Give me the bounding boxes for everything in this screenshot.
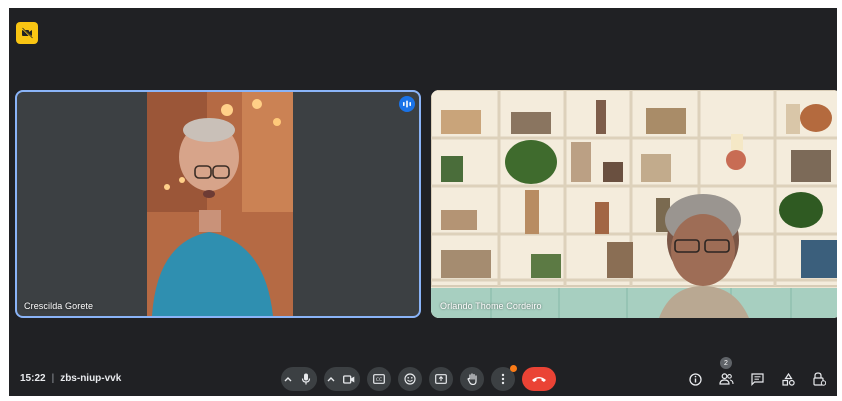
meeting-time: 15:22 [20, 373, 46, 384]
meeting-details-button[interactable] [685, 369, 705, 389]
call-controls: CC [281, 365, 556, 391]
mic-button[interactable] [295, 368, 317, 390]
camera-button[interactable] [338, 368, 360, 390]
participant-name-1: Crescilda Gorete [24, 301, 94, 311]
captions-button[interactable]: CC [367, 367, 391, 391]
side-panel-controls: 2 [685, 357, 829, 389]
more-vert-icon [501, 373, 505, 385]
meeting-code[interactable]: zbs-niup-vvk [60, 373, 121, 384]
participant-video-1 [147, 92, 293, 316]
meeting-info: 15:22 | zbs-niup-vvk [20, 373, 121, 384]
emoji-icon [404, 373, 416, 385]
captions-icon: CC [373, 374, 385, 384]
camera-control [324, 367, 360, 391]
more-options-button[interactable] [491, 365, 517, 391]
meeting-info-separator: | [51, 373, 55, 384]
info-icon [688, 372, 702, 386]
camera-icon [343, 374, 355, 384]
host-controls-button[interactable] [809, 369, 829, 389]
audio-wave-icon [399, 96, 415, 112]
hangup-icon [532, 377, 546, 382]
svg-text:CC: CC [376, 377, 382, 383]
chevron-up-icon[interactable] [281, 367, 295, 391]
present-button[interactable] [429, 367, 453, 391]
raise-hand-button[interactable] [460, 367, 484, 391]
host-controls-icon [812, 372, 826, 386]
camera-off-icon[interactable] [16, 22, 38, 44]
emoji-button[interactable] [398, 367, 422, 391]
chevron-up-icon[interactable] [324, 367, 338, 391]
participant-name-2: Orlando Thome Cordeiro [440, 301, 542, 311]
mic-icon [301, 373, 311, 385]
chat-icon [750, 372, 764, 386]
participant-video-2 [431, 90, 837, 318]
people-count-badge: 2 [720, 357, 732, 369]
people-button[interactable]: 2 [716, 357, 736, 389]
leave-call-button[interactable] [522, 367, 556, 391]
chat-button[interactable] [747, 369, 767, 389]
participant-tile-2[interactable]: Orlando Thome Cordeiro [431, 90, 837, 318]
participant-tile-1[interactable]: Crescilda Gorete [15, 90, 421, 318]
meet-window: Crescilda Gorete Orlando Thome Cordeiro … [9, 8, 837, 396]
people-icon [718, 373, 734, 385]
activities-icon [781, 372, 795, 386]
raise-hand-icon [466, 373, 477, 385]
mic-control [281, 367, 317, 391]
activities-button[interactable] [778, 369, 798, 389]
present-icon [435, 374, 447, 384]
notification-dot [510, 365, 517, 372]
